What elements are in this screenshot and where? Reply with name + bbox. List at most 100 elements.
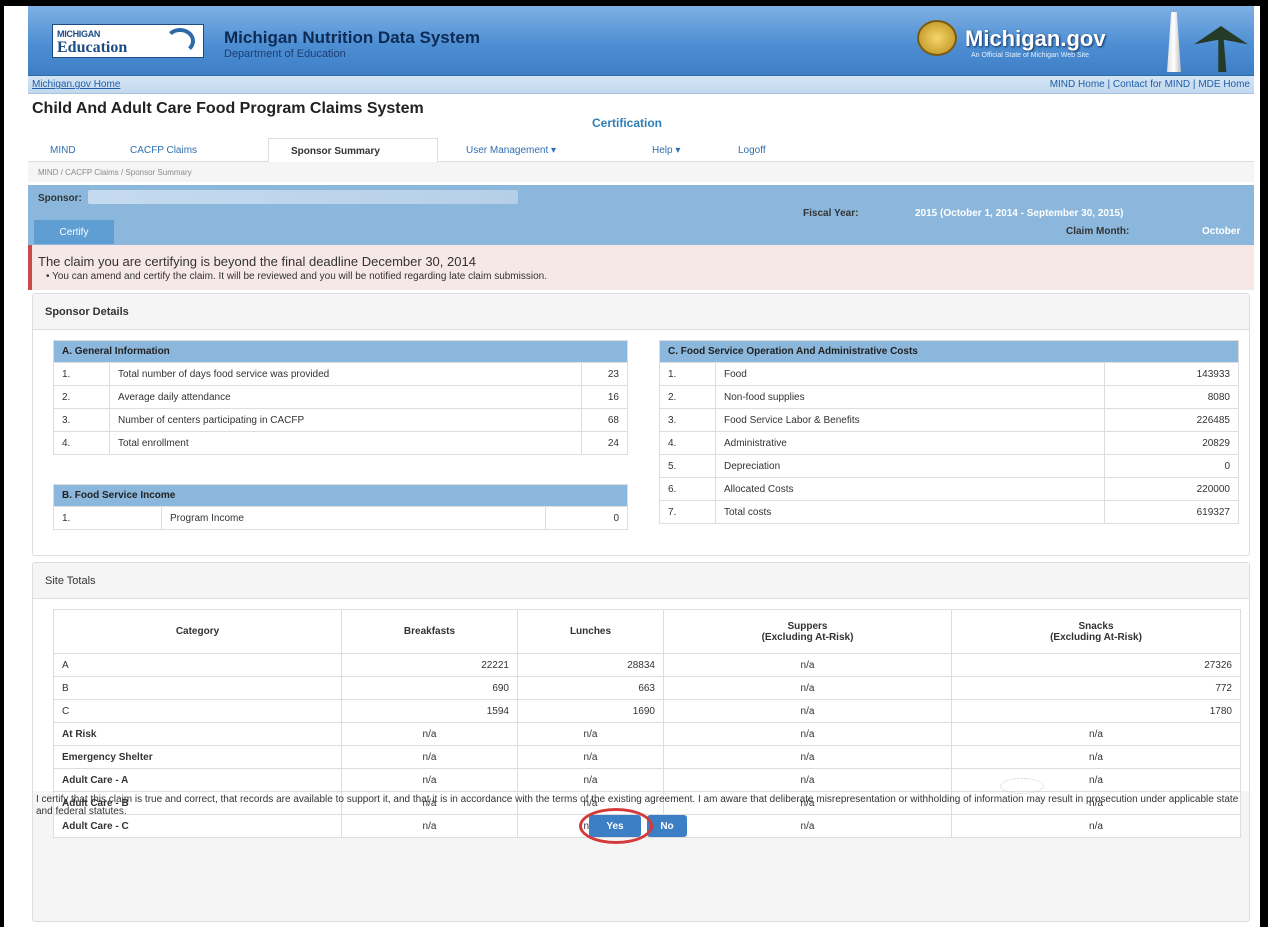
- row-number: 3.: [659, 408, 716, 432]
- tab-cacfp-claims[interactable]: CACFP Claims: [120, 138, 207, 162]
- row-value: 24: [581, 431, 628, 455]
- row-number: 4.: [659, 431, 716, 455]
- suppers-cell: n/a: [663, 653, 952, 677]
- row-value: 220000: [1104, 477, 1239, 501]
- michigan-gov-home-link[interactable]: Michigan.gov Home: [32, 79, 120, 90]
- category-cell: Adult Care - A: [53, 768, 342, 792]
- table-row: 4. Administrative 20829: [659, 431, 1239, 455]
- department-subtitle: Department of Education: [224, 48, 346, 60]
- row-number: 2.: [659, 385, 716, 409]
- mind-home-link[interactable]: MIND Home: [1050, 79, 1105, 90]
- table-row: 6. Allocated Costs 220000: [659, 477, 1239, 501]
- main-nav-tabs: MIND CACFP Claims Sponsor Summary User M…: [28, 134, 1254, 163]
- row-number: 6.: [659, 477, 716, 501]
- column-header-lunches: Lunches: [517, 609, 664, 654]
- row-label: Allocated Costs: [715, 477, 1105, 501]
- page-subtitle: Certification: [592, 116, 663, 130]
- michigan-gov-tagline: An Official State of Michigan Web Site: [971, 52, 1090, 59]
- row-label: Total costs: [715, 500, 1105, 524]
- column-header-suppers: Suppers (Excluding At-Risk): [663, 609, 952, 654]
- general-information-table: A. General Information 1. Total number o…: [53, 340, 628, 455]
- suppers-cell: n/a: [663, 722, 952, 746]
- table-row: 3. Number of centers participating in CA…: [53, 408, 628, 432]
- tab-logoff[interactable]: Logoff: [728, 138, 776, 162]
- food-service-income-heading: B. Food Service Income: [53, 484, 628, 507]
- claim-month-value: October: [1202, 226, 1241, 237]
- suppers-qualifier: (Excluding At-Risk): [761, 631, 854, 643]
- breakfasts-cell: n/a: [341, 768, 518, 792]
- alert-message: The claim you are certifying is beyond t…: [38, 254, 476, 269]
- site-totals-heading: Site Totals: [33, 563, 1249, 599]
- logo-swoosh-icon: [165, 28, 195, 54]
- page-title: Child And Adult Care Food Program Claims…: [32, 100, 424, 117]
- row-label: Program Income: [161, 506, 546, 530]
- category-cell: Emergency Shelter: [53, 745, 342, 769]
- suppers-cell: n/a: [663, 745, 952, 769]
- tab-sponsor-summary[interactable]: Sponsor Summary: [268, 138, 438, 163]
- tab-help[interactable]: Help ▾: [642, 138, 690, 162]
- late-claim-alert: The claim you are certifying is beyond t…: [28, 245, 1254, 290]
- snacks-cell: n/a: [951, 722, 1241, 746]
- fiscal-year-value: 2015 (October 1, 2014 - September 30, 20…: [915, 208, 1124, 219]
- top-link-bar: Michigan.gov Home MIND Home | Contact fo…: [28, 76, 1254, 94]
- breakfasts-cell: n/a: [341, 745, 518, 769]
- row-value: 20829: [1104, 431, 1239, 455]
- row-value: 0: [545, 506, 628, 530]
- general-information-heading: A. General Information: [53, 340, 628, 363]
- food-service-costs-table: C. Food Service Operation And Administra…: [659, 340, 1239, 524]
- row-value: 8080: [1104, 385, 1239, 409]
- breadcrumb: MIND / CACFP Claims / Sponsor Summary: [28, 162, 1254, 182]
- food-service-income-table: B. Food Service Income 1. Program Income…: [53, 484, 628, 530]
- food-service-costs-heading: C. Food Service Operation And Administra…: [659, 340, 1239, 363]
- table-row: 1. Program Income 0: [53, 506, 628, 530]
- system-title: Michigan Nutrition Data System: [224, 28, 480, 47]
- row-label: Depreciation: [715, 454, 1105, 478]
- row-label: Total number of days food service was pr…: [109, 362, 582, 386]
- logo-line1: MICHIGAN: [57, 29, 101, 39]
- window-frame-left: [0, 0, 4, 927]
- row-label: Non-food supplies: [715, 385, 1105, 409]
- snacks-cell: 27326: [951, 653, 1241, 677]
- snacks-cell: n/a: [951, 745, 1241, 769]
- lunches-cell: 1690: [517, 699, 664, 723]
- row-value: 68: [581, 408, 628, 432]
- alert-detail: • You can amend and certify the claim. I…: [46, 271, 547, 282]
- sponsor-name-redacted: [88, 190, 518, 204]
- sponsor-details-heading: Sponsor Details: [33, 294, 1249, 330]
- state-seal-icon: [917, 20, 957, 56]
- claim-month-label: Claim Month:: [1066, 226, 1130, 237]
- snacks-cell: 1780: [951, 699, 1241, 723]
- column-header-breakfasts: Breakfasts: [341, 609, 518, 654]
- mde-home-link[interactable]: MDE Home: [1198, 79, 1250, 90]
- no-button[interactable]: No: [647, 815, 687, 837]
- tree-silhouette-icon: [1194, 26, 1248, 72]
- certify-button[interactable]: Certify: [34, 220, 114, 244]
- row-value: 143933: [1104, 362, 1239, 386]
- michigan-gov-text: Michigan.gov: [965, 26, 1106, 51]
- breakfasts-cell: 690: [341, 676, 518, 700]
- contact-mind-link[interactable]: Contact for MIND: [1113, 79, 1190, 90]
- site-banner: MICHIGAN Education Michigan Nutrition Da…: [28, 6, 1254, 76]
- screen-smudge: [1000, 778, 1044, 794]
- row-value: 23: [581, 362, 628, 386]
- row-number: 3.: [53, 408, 110, 432]
- michigan-gov-logo[interactable]: Michigan.gov An Official State of Michig…: [909, 6, 1254, 76]
- top-right-links: MIND Home | Contact for MIND | MDE Home: [1050, 79, 1250, 90]
- highlight-circle: [579, 808, 653, 844]
- table-row: 2. Non-food supplies 8080: [659, 385, 1239, 409]
- table-row: 1. Total number of days food service was…: [53, 362, 628, 386]
- table-row: 1. Food 143933: [659, 362, 1239, 386]
- row-number: 7.: [659, 500, 716, 524]
- lunches-cell: n/a: [517, 722, 664, 746]
- michigan-education-logo[interactable]: MICHIGAN Education: [52, 24, 204, 58]
- page: MICHIGAN Education Michigan Nutrition Da…: [28, 6, 1254, 922]
- category-cell: C: [53, 699, 342, 723]
- table-header-row: Category Breakfasts Lunches Suppers (Exc…: [53, 609, 1241, 654]
- column-header-snacks: Snacks (Excluding At-Risk): [951, 609, 1241, 654]
- tab-user-management[interactable]: User Management ▾: [456, 138, 566, 162]
- suppers-cell: n/a: [663, 676, 952, 700]
- snacks-cell: 772: [951, 676, 1241, 700]
- sponsor-header: Sponsor: Certify Fiscal Year: 2015 (Octo…: [28, 185, 1254, 245]
- tab-mind[interactable]: MIND: [40, 138, 86, 162]
- row-value: 0: [1104, 454, 1239, 478]
